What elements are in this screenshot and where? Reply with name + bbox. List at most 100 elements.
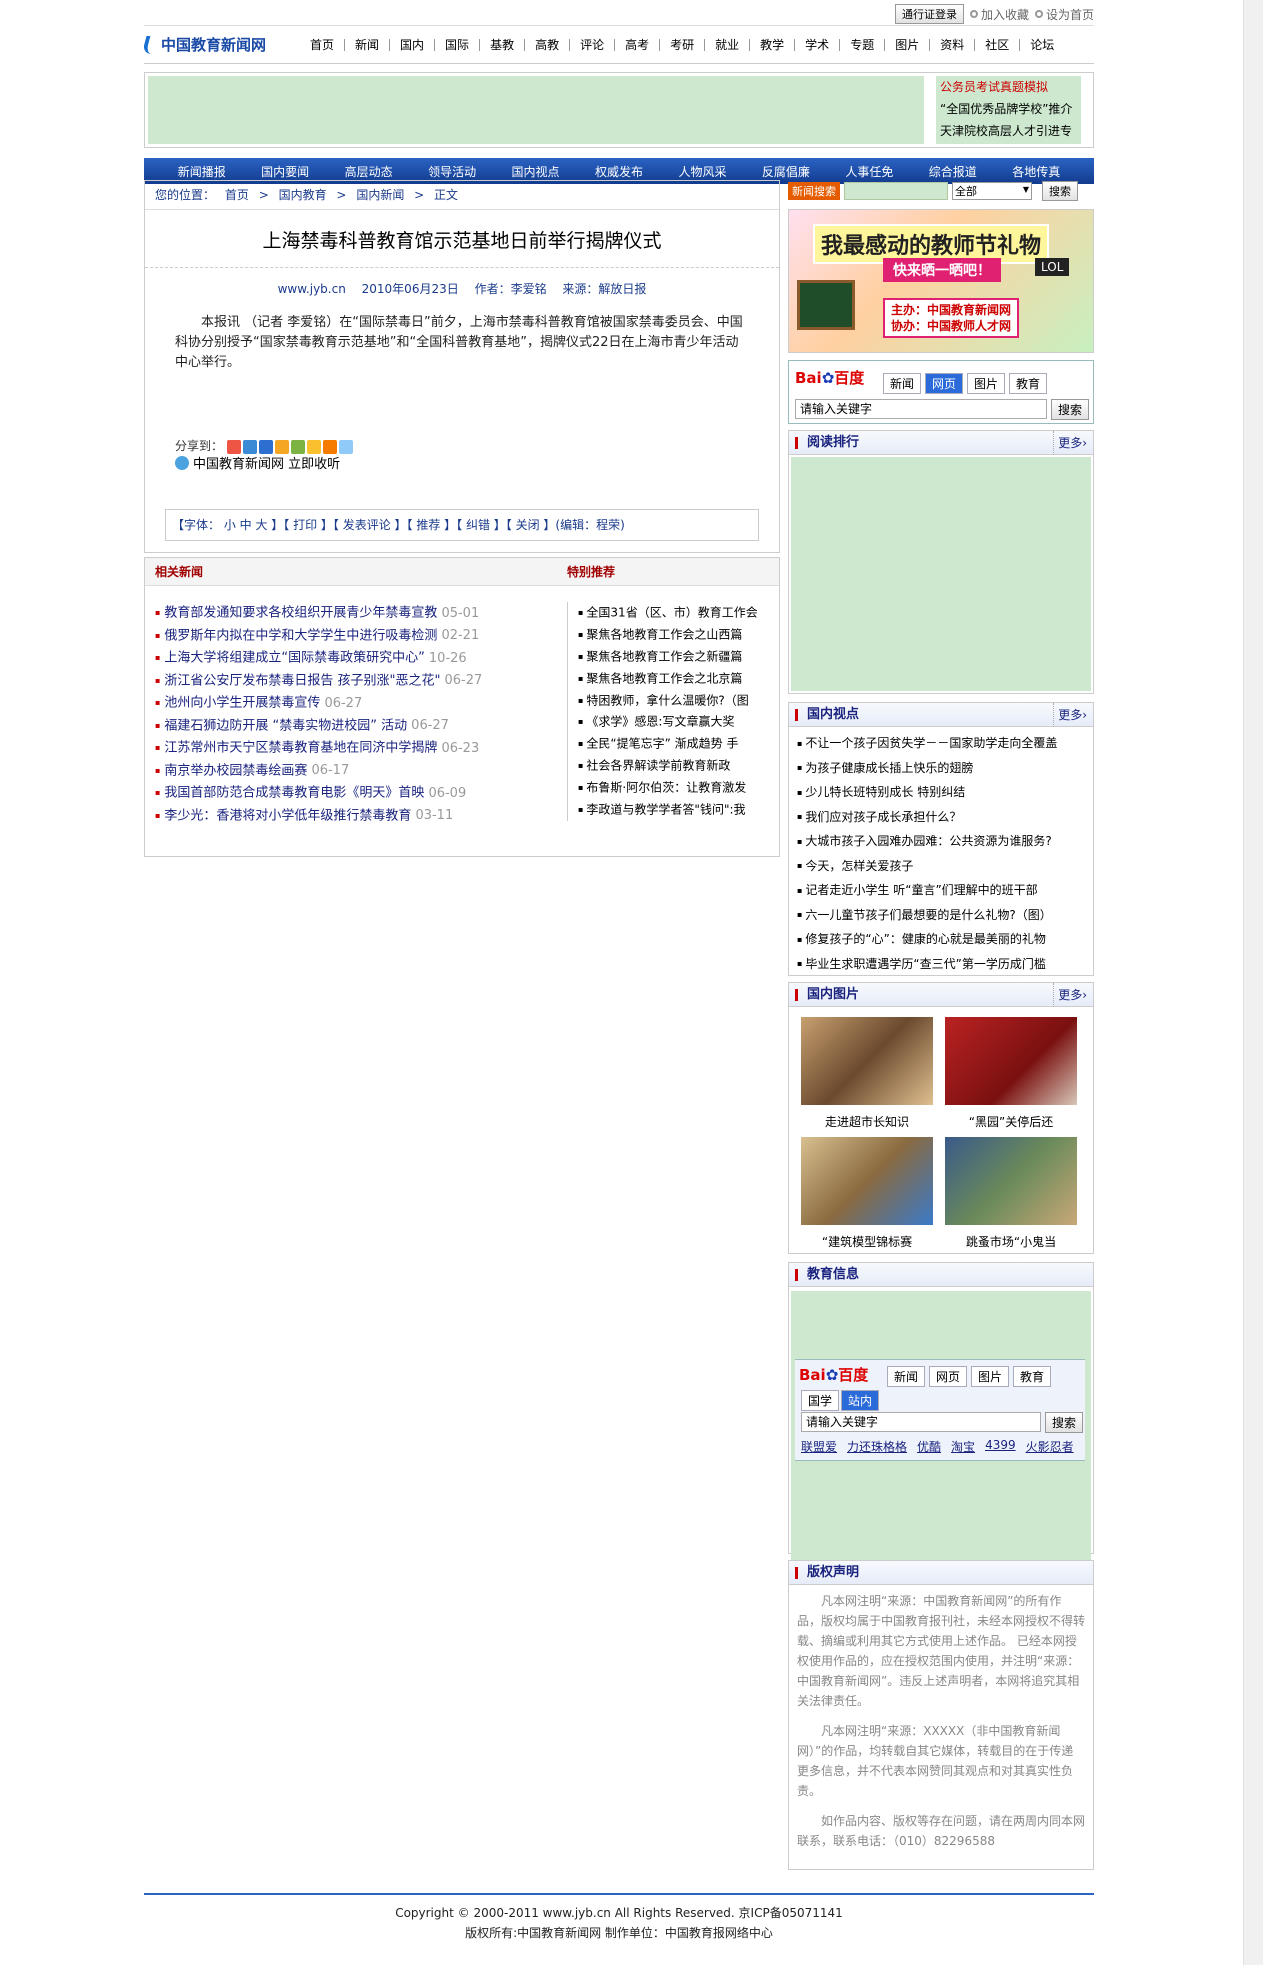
photo-card[interactable]: “建筑模型锦标赛 xyxy=(801,1137,933,1250)
list-item[interactable]: 南京举办校园禁毒绘画赛 06-17 xyxy=(155,760,565,783)
subnav-item[interactable]: 综合报道 xyxy=(929,163,977,180)
related-link[interactable]: 福建石狮边防开展 “禁毒实物进校园” 活动 xyxy=(164,718,407,733)
bookmark-link[interactable]: 加入收藏 xyxy=(969,6,1029,23)
photo-image[interactable] xyxy=(801,1137,933,1225)
related-link[interactable]: 南京举办校园禁毒绘画赛 xyxy=(164,763,307,778)
baidu-tab[interactable]: 教育 xyxy=(1009,373,1048,394)
related-link[interactable]: 李少光：香港将对小学低年级推行禁毒教育 xyxy=(164,808,411,823)
list-item[interactable]: 今天，怎样关爱孩子 xyxy=(797,854,1093,879)
photo-card[interactable]: 走进超市长知识 xyxy=(801,1017,933,1130)
subnav-item[interactable]: 国内视点 xyxy=(512,163,560,180)
site-search-subtab[interactable]: 站内 xyxy=(841,1390,880,1411)
listen-link[interactable]: 中国教育新闻网 立即收听 xyxy=(175,453,340,472)
more-share-icon[interactable] xyxy=(338,439,353,454)
qq-icon[interactable] xyxy=(242,439,257,454)
nav-item[interactable]: 图片 xyxy=(885,38,931,51)
nav-item[interactable]: 国内 xyxy=(390,38,436,51)
list-item[interactable]: 我们应对孩子成长承担什么？ xyxy=(797,805,1093,830)
baidu-tab[interactable]: 新闻 xyxy=(883,373,922,394)
subnav-item[interactable]: 各地传真 xyxy=(1012,163,1060,180)
renren-icon[interactable] xyxy=(258,439,273,454)
list-item[interactable]: 布鲁斯·阿尔伯茨：让教育激发 xyxy=(578,777,757,799)
breadcrumb-item[interactable]: 首页 xyxy=(225,188,249,202)
subnav-item[interactable]: 人事任免 xyxy=(845,163,893,180)
site-search-button[interactable]: 搜索 xyxy=(1045,1412,1084,1433)
more-link[interactable]: 更多› xyxy=(1053,983,1087,1007)
breadcrumb-item[interactable]: 国内教育 xyxy=(279,188,327,202)
nav-item[interactable]: 基教 xyxy=(480,38,526,51)
list-item[interactable]: 聚焦各地教育工作会之北京篇 xyxy=(578,668,757,690)
list-item[interactable]: 李少光：香港将对小学低年级推行禁毒教育 03-11 xyxy=(155,805,565,828)
hot-link[interactable]: 力还珠格格 xyxy=(847,1438,907,1455)
breadcrumb-item[interactable]: 国内新闻 xyxy=(356,188,404,202)
list-item[interactable]: 我国首部防范合成禁毒教育电影《明天》首映 06-09 xyxy=(155,782,565,805)
nav-item[interactable]: 就业 xyxy=(705,38,751,51)
tianya-icon[interactable] xyxy=(322,439,337,454)
list-item[interactable]: 六一儿童节孩子们最想要的是什么礼物?（图） xyxy=(797,903,1093,928)
site-search-input[interactable]: 请输入关键字 xyxy=(801,1412,1041,1432)
nav-item[interactable]: 考研 xyxy=(660,38,706,51)
list-item[interactable]: 《求学》感恩:写文章赢大奖 xyxy=(578,711,757,733)
site-search-tab[interactable]: 网页 xyxy=(929,1366,968,1387)
baidu-search-input[interactable]: 请输入关键字 xyxy=(795,399,1047,419)
photo-image[interactable] xyxy=(801,1017,933,1105)
teacher-day-banner[interactable]: 我最感动的教师节礼物 快来晒一晒吧！ LOL 主办：中国教育新闻网 协办：中国教师… xyxy=(788,209,1094,353)
related-link[interactable]: 我国首部防范合成禁毒教育电影《明天》首映 xyxy=(164,786,424,801)
ad-link[interactable]: “全国优秀品牌学校”推介 xyxy=(940,98,1081,120)
baidu-tab[interactable]: 图片 xyxy=(967,373,1006,394)
list-item[interactable]: 江苏常州市天宁区禁毒教育基地在同济中学揭牌 06-23 xyxy=(155,737,565,760)
nav-item[interactable]: 资料 xyxy=(930,38,976,51)
ad-placeholder[interactable] xyxy=(148,76,924,144)
list-item[interactable]: 少儿特长班特别成长 特别纠结 xyxy=(797,780,1093,805)
site-search-tab[interactable]: 图片 xyxy=(971,1366,1010,1387)
search-button[interactable]: 搜索 xyxy=(1042,181,1078,201)
photo-image[interactable] xyxy=(945,1017,1077,1105)
subnav-item[interactable]: 国内要闻 xyxy=(261,163,309,180)
pass-login-button[interactable]: 通行证登录 xyxy=(894,4,964,24)
nav-item[interactable]: 首页 xyxy=(300,38,346,51)
photo-caption[interactable]: 跳蚤市场“小鬼当 xyxy=(945,1233,1077,1250)
list-item[interactable]: 浙江省公安厅发布禁毒日报告 孩子别涨"恶之花" 06-27 xyxy=(155,670,565,693)
nav-item[interactable]: 评论 xyxy=(570,38,616,51)
nav-item[interactable]: 新闻 xyxy=(345,38,391,51)
list-item[interactable]: 社会各界解读学前教育新政 xyxy=(578,755,757,777)
article-toolbar[interactable]: 【字体： 小 中 大 】【 打印 】【 发表评论 】【 推荐 】【 纠错 】【 … xyxy=(165,509,759,541)
photo-card[interactable]: 跳蚤市场“小鬼当 xyxy=(945,1137,1077,1250)
hot-link[interactable]: 4399 xyxy=(985,1438,1016,1455)
list-item[interactable]: 修复孩子的“心”：健康的心就是最美丽的礼物 xyxy=(797,927,1093,952)
subnav-item[interactable]: 人物风采 xyxy=(678,163,726,180)
nav-item[interactable]: 高考 xyxy=(615,38,661,51)
photo-caption[interactable]: 走进超市长知识 xyxy=(801,1113,933,1130)
nav-item[interactable]: 国际 xyxy=(435,38,481,51)
site-search-tab[interactable]: 教育 xyxy=(1013,1366,1052,1387)
subnav-item[interactable]: 权威发布 xyxy=(595,163,643,180)
photo-caption[interactable]: “建筑模型锦标赛 xyxy=(801,1233,933,1250)
nav-item[interactable]: 高教 xyxy=(525,38,571,51)
list-item[interactable]: 聚焦各地教育工作会之山西篇 xyxy=(578,624,757,646)
hot-link[interactable]: 淘宝 xyxy=(951,1438,975,1455)
site-logo[interactable]: 中国教育新闻网 xyxy=(141,34,294,55)
qzone-icon[interactable] xyxy=(274,439,289,454)
list-item[interactable]: 记者走近小学生 听“童言”们理解中的班干部 xyxy=(797,878,1093,903)
baidu-search-button[interactable]: 搜索 xyxy=(1051,399,1090,420)
related-link[interactable]: 江苏常州市天宁区禁毒教育基地在同济中学揭牌 xyxy=(164,741,437,756)
list-item[interactable]: 特困教师，拿什么温暖你?（图 xyxy=(578,690,757,712)
favorite-icon[interactable] xyxy=(306,439,321,454)
kaixin-icon[interactable] xyxy=(290,439,305,454)
hot-link[interactable]: 优酷 xyxy=(917,1438,941,1455)
photo-caption[interactable]: “黑园”关停后还 xyxy=(945,1113,1077,1130)
subnav-item[interactable]: 新闻播报 xyxy=(178,163,226,180)
site-search-tab[interactable]: 新闻 xyxy=(887,1366,926,1387)
list-item[interactable]: 教育部发通知要求各校组织开展青少年禁毒宣教 05-01 xyxy=(155,602,565,625)
list-item[interactable]: 上海大学将组建成立“国际禁毒政策研究中心” 10-26 xyxy=(155,647,565,670)
nav-item[interactable]: 社区 xyxy=(975,38,1021,51)
nav-item[interactable]: 教学 xyxy=(750,38,796,51)
search-input[interactable] xyxy=(844,182,948,200)
related-link[interactable]: 上海大学将组建成立“国际禁毒政策研究中心” xyxy=(164,651,424,666)
photo-image[interactable] xyxy=(945,1137,1077,1225)
list-item[interactable]: 李政道与教学学者答"钱问":我 xyxy=(578,799,757,821)
related-link[interactable]: 俄罗斯年内拟在中学和大学学生中进行吸毒检测 xyxy=(164,628,437,643)
related-link[interactable]: 浙江省公安厅发布禁毒日报告 孩子别涨"恶之花" xyxy=(164,673,440,688)
subnav-item[interactable]: 反腐倡廉 xyxy=(762,163,810,180)
more-link[interactable]: 更多› xyxy=(1053,431,1087,455)
